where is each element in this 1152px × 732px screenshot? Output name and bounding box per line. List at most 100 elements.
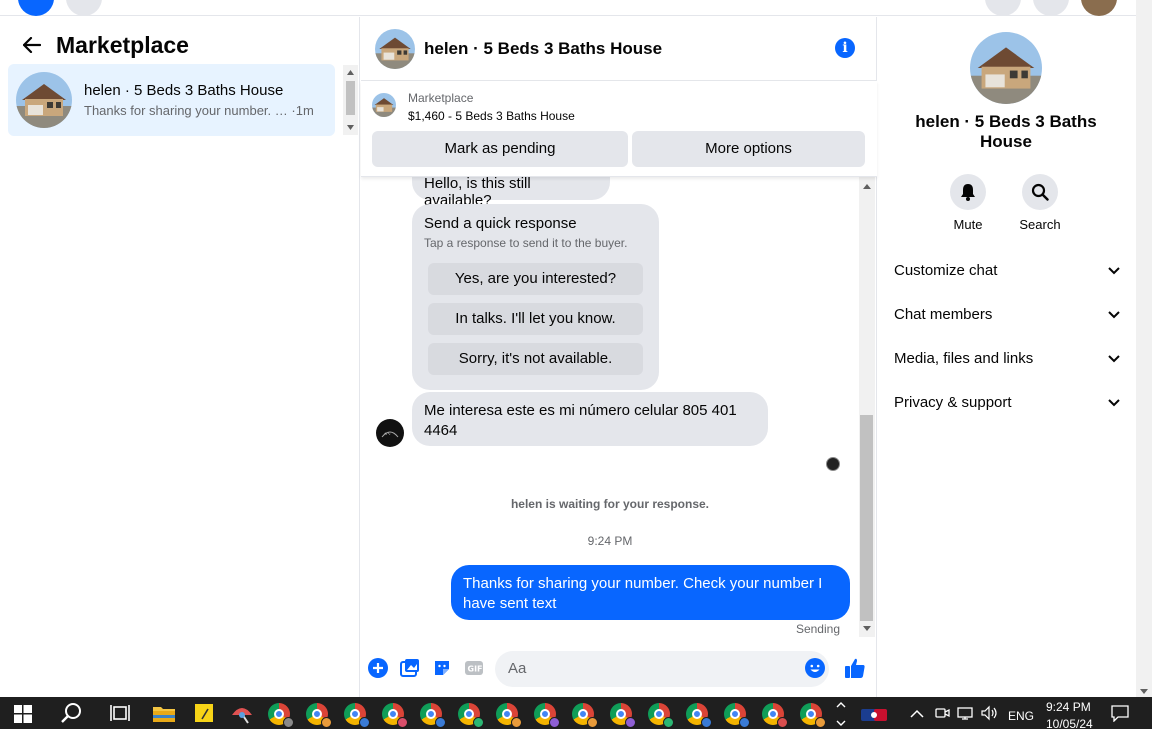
media-files-links-section[interactable]: Media, files and links: [894, 336, 1120, 380]
conversation-name: helen · 5 Beds 3 Baths House: [84, 82, 284, 99]
sticky-notes-icon[interactable]: [192, 701, 216, 725]
chat-panel: helen · 5 Beds 3 Baths House i Marketpla…: [361, 17, 877, 697]
thumbs-up-icon[interactable]: [844, 657, 866, 679]
listing-banner: Marketplace $1,460 - 5 Beds 3 Baths Hous…: [361, 81, 877, 177]
svg-text:∿∿: ∿∿: [384, 431, 391, 436]
customize-chat-section[interactable]: Customize chat: [894, 248, 1120, 292]
taskbar-scroll-arrows[interactable]: [834, 699, 848, 727]
waiting-notice: helen is waiting for your response.: [510, 497, 710, 511]
message-timestamp: 9:24 PM: [587, 534, 633, 548]
plus-icon[interactable]: [368, 658, 388, 678]
volume-icon[interactable]: [980, 705, 1000, 721]
buyer-avatar[interactable]: ∿∿: [376, 419, 404, 447]
chrome-taskbar-icon[interactable]: [724, 703, 750, 728]
gif-icon[interactable]: GIF: [464, 658, 484, 678]
chat-scrollbar[interactable]: [859, 177, 875, 637]
menu-button[interactable]: [985, 0, 1021, 16]
mute-label: Mute: [953, 217, 983, 232]
message-status: Sending: [795, 622, 840, 636]
chrome-taskbar-icon[interactable]: [496, 703, 522, 728]
listing-thumbnail[interactable]: [372, 93, 396, 117]
message-text: Me interesa este es mi número celular 80…: [424, 402, 737, 439]
quick-response-option[interactable]: Yes, are you interested?: [428, 263, 643, 295]
chrome-taskbar-icon[interactable]: [458, 703, 484, 728]
chrome-taskbar-icon[interactable]: [268, 703, 294, 728]
chrome-taskbar-icon[interactable]: [420, 703, 446, 728]
notifications-button[interactable]: [1033, 0, 1069, 16]
chat-title[interactable]: helen · 5 Beds 3 Baths House: [424, 39, 662, 59]
quick-response-card: Send a quick response Tap a response to …: [412, 204, 659, 390]
conversation-item[interactable]: helen · 5 Beds 3 Baths House Thanks for …: [8, 64, 335, 136]
more-options-button[interactable]: More options: [632, 131, 865, 167]
emoji-icon[interactable]: [805, 658, 825, 678]
chrome-taskbar-icon[interactable]: [534, 703, 560, 728]
chrome-taskbar-icon[interactable]: [800, 703, 826, 728]
meet-now-icon[interactable]: [933, 705, 951, 721]
chevron-down-icon: [1108, 262, 1120, 279]
svg-text:GIF: GIF: [468, 665, 483, 674]
section-label: Media, files and links: [894, 349, 1034, 367]
message-bubble: Me interesa este es mi número celular 80…: [412, 392, 768, 446]
mlb-app-icon[interactable]: [861, 708, 887, 721]
page-title: Marketplace: [56, 31, 189, 58]
photo-icon[interactable]: [400, 658, 420, 678]
profile-avatar[interactable]: [1081, 0, 1117, 16]
windows-taskbar: ENG 9:24 PM 10/05/24: [0, 697, 1152, 731]
quick-response-option[interactable]: Sorry, it's not available.: [428, 343, 643, 375]
section-label: Chat members: [894, 305, 993, 323]
house-thumbnail: [16, 72, 72, 128]
chat-details-panel: helen · 5 Beds 3 Baths House Mute Search…: [878, 17, 1136, 697]
chrome-taskbar-icon[interactable]: [344, 703, 370, 728]
task-view-icon[interactable]: [108, 701, 132, 725]
conversation-time: ·1m: [291, 103, 314, 118]
sent-message-bubble: Thanks for sharing your number. Check yo…: [451, 565, 850, 620]
house-thumbnail[interactable]: [375, 28, 415, 69]
house-thumbnail[interactable]: [970, 32, 1042, 104]
listing-title[interactable]: $1,460 - 5 Beds 3 Baths House: [408, 109, 575, 123]
details-name: helen · 5 Beds 3 Baths House: [915, 112, 1097, 151]
search-button[interactable]: Search: [1010, 174, 1070, 232]
mark-as-pending-button[interactable]: Mark as pending: [372, 131, 628, 167]
windows-start-icon[interactable]: [14, 705, 32, 723]
chevron-down-icon: [1108, 394, 1120, 411]
app-icon[interactable]: [230, 701, 254, 725]
section-label: Privacy & support: [894, 393, 1012, 411]
chrome-taskbar-icon[interactable]: [382, 703, 408, 728]
network-icon[interactable]: [956, 705, 976, 721]
chevron-down-icon: [1108, 350, 1120, 367]
chrome-taskbar-icon[interactable]: [572, 703, 598, 728]
facebook-logo[interactable]: [18, 0, 54, 16]
page-scrollbar[interactable]: [1136, 0, 1152, 697]
quick-response-option[interactable]: In talks. I'll let you know.: [428, 303, 643, 335]
language-indicator[interactable]: ENG: [1008, 709, 1034, 723]
search-icon: [1022, 174, 1058, 210]
back-arrow-icon[interactable]: [20, 33, 44, 57]
message-bubble: Hello, is this still available?: [412, 177, 610, 209]
sticker-icon[interactable]: [432, 658, 452, 678]
conversation-preview: Thanks for sharing your number. …: [84, 103, 288, 118]
file-explorer-icon[interactable]: [152, 701, 176, 725]
conversation-list-panel: Marketplace helen · 5 Beds 3 Baths House…: [0, 17, 360, 697]
search-icon[interactable]: [60, 701, 84, 725]
chrome-taskbar-icon[interactable]: [306, 703, 332, 728]
chat-members-section[interactable]: Chat members: [894, 292, 1120, 336]
privacy-support-section[interactable]: Privacy & support: [894, 380, 1120, 424]
message-composer: GIF Aa: [361, 647, 877, 689]
list-scrollbar[interactable]: [343, 65, 358, 135]
chrome-taskbar-icon[interactable]: [648, 703, 674, 728]
marketplace-header: Marketplace: [20, 31, 189, 59]
chrome-taskbar-icon[interactable]: [686, 703, 712, 728]
bell-icon: [950, 174, 986, 210]
notification-center-icon[interactable]: [1110, 704, 1130, 723]
chrome-taskbar-icon[interactable]: [762, 703, 788, 728]
search-button[interactable]: [66, 0, 102, 16]
chevron-up-icon[interactable]: [908, 707, 926, 719]
clock-time[interactable]: 9:24 PM: [1046, 700, 1091, 714]
message-list: Hello, is this still available? Send a q…: [361, 177, 859, 637]
chrome-taskbar-icon[interactable]: [610, 703, 636, 728]
mute-button[interactable]: Mute: [938, 174, 998, 232]
listing-source: Marketplace: [408, 91, 474, 105]
message-input[interactable]: Aa: [495, 651, 829, 687]
info-icon[interactable]: i: [835, 38, 855, 58]
search-label: Search: [1019, 217, 1061, 232]
